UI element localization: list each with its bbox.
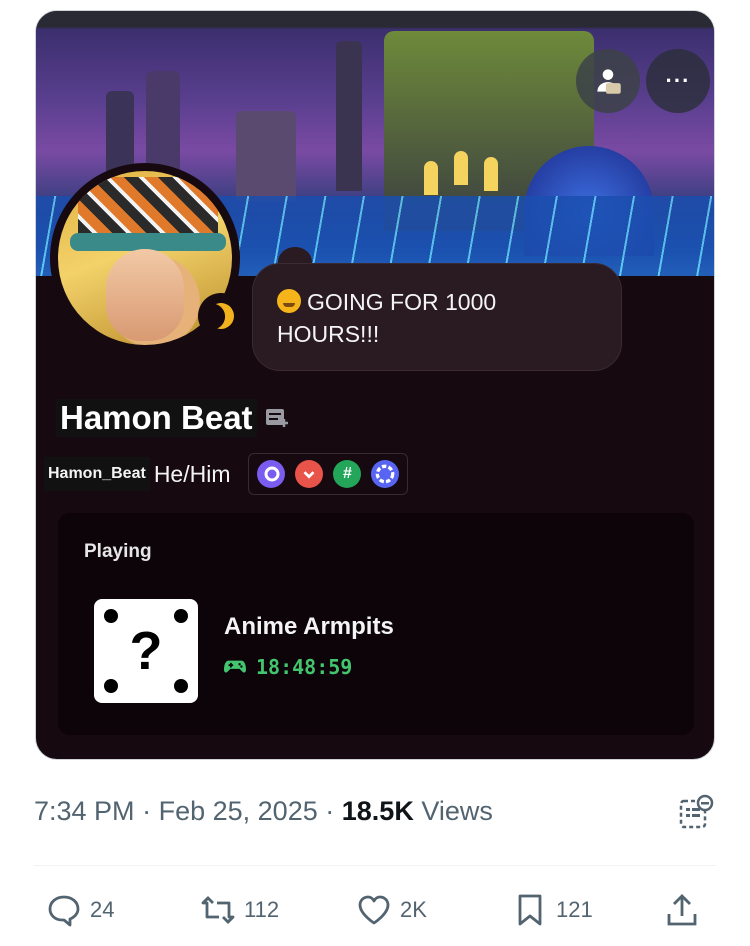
quest-icon[interactable]	[371, 460, 400, 488]
tweet-actions: 24 112 2K 121	[0, 892, 750, 938]
share-button[interactable]	[664, 892, 700, 928]
elapsed-timer: 18:48:59	[224, 655, 352, 679]
banner-tower	[336, 41, 362, 191]
reply-button[interactable]: 24	[46, 892, 114, 928]
profile-avatar-button[interactable]	[576, 49, 640, 113]
user-settings-icon	[597, 69, 621, 94]
more-icon: ···	[665, 68, 691, 93]
activity-heading: Playing	[84, 541, 152, 562]
like-button[interactable]: 2K	[356, 892, 427, 928]
views-count: 18.5K	[341, 796, 414, 826]
retweet-count: 112	[244, 897, 280, 922]
share-icon	[667, 894, 697, 926]
tweet-date[interactable]: Feb 25, 2025	[159, 796, 318, 826]
banner-building	[236, 111, 296, 201]
nitro-icon[interactable]	[295, 460, 324, 488]
analytics-icon[interactable]	[676, 794, 714, 832]
controller-icon	[224, 660, 246, 673]
display-name: Hamon Beat	[56, 399, 257, 437]
avatar-face	[106, 249, 184, 341]
hashtag-icon[interactable]: #	[333, 460, 362, 488]
emoji-icon	[277, 289, 301, 313]
separator: ·	[142, 796, 152, 826]
retweet-icon	[201, 896, 235, 924]
divider	[34, 865, 716, 866]
bookmark-button[interactable]: 121	[512, 892, 593, 928]
badge-list: #	[248, 453, 409, 495]
moon-icon	[203, 298, 239, 334]
retweet-button[interactable]: 112	[200, 892, 279, 928]
status-text: GOING FOR 1000 HOURS!!!	[277, 289, 497, 348]
separator: ·	[325, 796, 335, 826]
profile-card-image[interactable]: ··· GOING FOR 1000 HOURS!!! Hamon Beat H…	[35, 10, 715, 760]
more-options-button[interactable]: ···	[646, 49, 710, 113]
avatar	[50, 163, 244, 353]
user-tags-row: Hamon_Beat He/Him #	[44, 453, 409, 495]
views-label: Views	[421, 796, 493, 826]
add-note-icon[interactable]	[265, 407, 291, 429]
bookmark-icon	[518, 894, 542, 926]
tweet-time[interactable]: 7:34 PM	[34, 796, 135, 826]
reply-icon	[48, 895, 80, 927]
custom-status: GOING FOR 1000 HOURS!!!	[252, 263, 622, 371]
like-count: 2K	[400, 897, 427, 922]
hypesquad-icon[interactable]	[257, 460, 286, 488]
game-name: Anime Armpits	[224, 613, 394, 640]
display-name-row: Hamon Beat	[56, 399, 291, 437]
question-mark-icon: ?	[129, 621, 163, 681]
heart-icon	[358, 895, 390, 925]
elapsed-time: 18:48:59	[256, 655, 353, 679]
reply-count: 24	[90, 897, 115, 922]
bookmark-count: 121	[556, 897, 593, 922]
unknown-game-icon: ?	[94, 599, 198, 703]
pronouns: He/Him	[153, 460, 231, 487]
username: Hamon_Beat	[44, 457, 150, 491]
idle-status-indicator	[198, 293, 244, 339]
activity-panel: Playing ? Anime Armpits 18:48:59	[58, 513, 694, 735]
tweet-metadata: 7:34 PM · Feb 25, 2025 · 18.5K Views	[34, 796, 493, 827]
